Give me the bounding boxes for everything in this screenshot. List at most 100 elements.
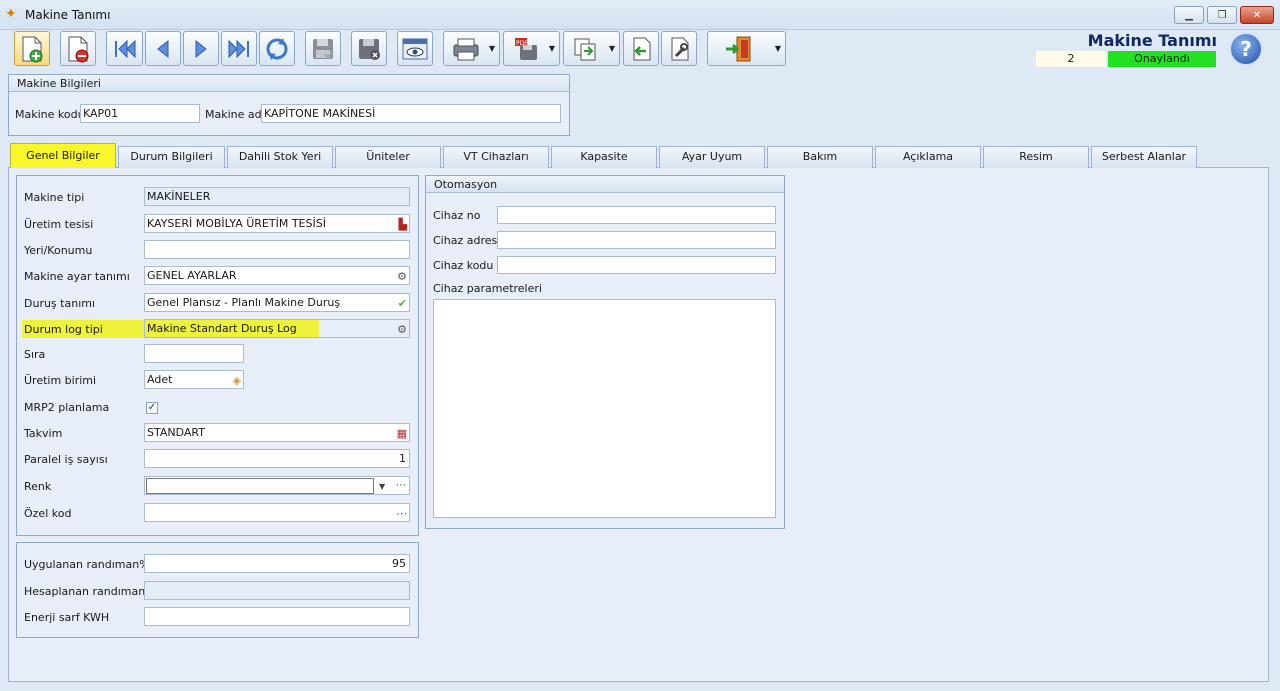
form-title: Makine Tanımı xyxy=(1087,31,1217,50)
close-icon: ✕ xyxy=(1252,9,1262,21)
minimize-icon: ▁ xyxy=(1185,9,1193,21)
cihaz-kodu-input[interactable] xyxy=(497,256,776,274)
print-icon xyxy=(453,38,478,60)
durus-tanimi-input[interactable]: Genel Plansız - Planlı Makine Duruş ✔ xyxy=(144,293,410,312)
ozel-kod-label: Özel kod xyxy=(24,507,72,520)
record-number: 2 xyxy=(1036,51,1106,67)
exit-button[interactable]: ▼ xyxy=(707,31,786,66)
pdf-export-icon: PDF xyxy=(514,37,537,60)
status-badge: Onaylandı xyxy=(1108,51,1216,67)
renk-label: Renk xyxy=(24,480,52,493)
last-record-icon xyxy=(228,39,249,58)
restore-icon: ❐ xyxy=(1217,9,1227,21)
yeri-konumu-label: Yeri/Konumu xyxy=(24,244,93,257)
durus-tanimi-value: Genel Plansız - Planlı Makine Duruş xyxy=(147,296,341,309)
cihaz-adresi-label: Cihaz adresi xyxy=(433,234,501,247)
window-title: Makine Tanımı xyxy=(25,8,111,22)
makine-tipi-label: Makine tipi xyxy=(24,191,85,204)
durum-log-tipi-label: Durum log tipi xyxy=(24,323,103,336)
hesaplanan-randiman-field xyxy=(144,581,410,600)
checkbox-check-icon: ✓ xyxy=(147,402,157,413)
uretim-tesisi-input[interactable]: KAYSERİ MOBİLYA ÜRETİM TESİSİ ▙ xyxy=(144,214,410,233)
maximize-button[interactable]: ❐ xyxy=(1207,6,1237,24)
uygulanan-randiman-input[interactable]: 95 xyxy=(144,554,410,573)
tab-uniteler[interactable]: Üniteler xyxy=(335,146,441,168)
uretim-birimi-value: Adet xyxy=(147,373,173,386)
sira-input[interactable] xyxy=(144,344,244,363)
preview-button[interactable] xyxy=(397,31,433,66)
ozel-kod-input[interactable]: ⋯ xyxy=(144,503,410,522)
tools-button[interactable] xyxy=(661,31,697,66)
delete-record-button[interactable] xyxy=(60,31,96,66)
calendar-icon[interactable]: ▦ xyxy=(397,425,407,441)
tab-vt-cihazlari[interactable]: VT Cihazları xyxy=(443,146,549,168)
exit-icon xyxy=(725,36,750,61)
yeri-konumu-input[interactable] xyxy=(144,240,410,259)
tab-kapasite[interactable]: Kapasite xyxy=(551,146,657,168)
takvim-input[interactable]: STANDART ▦ xyxy=(144,423,410,442)
tab-ayar-uyum[interactable]: Ayar Uyum xyxy=(659,146,765,168)
makine-ayar-input[interactable]: GENEL AYARLAR ⚙ xyxy=(144,266,410,285)
cihaz-kodu-label: Cihaz kodu xyxy=(433,259,494,272)
tab-bakim[interactable]: Bakım xyxy=(767,146,873,168)
cihaz-no-label: Cihaz no xyxy=(433,209,481,222)
copy-icon xyxy=(574,38,595,60)
takvim-value: STANDART xyxy=(147,426,205,439)
copy-button[interactable]: ▼ xyxy=(563,31,620,66)
uretim-birimi-input[interactable]: Adet ◈ xyxy=(144,370,244,389)
makine-adi-input[interactable]: KAPİTONE MAKİNESİ xyxy=(261,104,561,123)
renk-color-box[interactable] xyxy=(146,478,374,494)
makine-tipi-field: MAKİNELER xyxy=(144,187,410,206)
new-record-icon xyxy=(22,36,43,62)
save-button[interactable] xyxy=(305,31,341,66)
cihaz-parametreleri-textarea[interactable] xyxy=(433,299,776,518)
enerji-sarf-input[interactable] xyxy=(144,607,410,626)
paralel-is-input[interactable]: 1 xyxy=(144,449,410,468)
pdf-dropdown-icon: ▼ xyxy=(548,44,555,53)
help-button[interactable]: ? xyxy=(1229,32,1263,66)
cihaz-parametreleri-label: Cihaz parametreleri xyxy=(433,282,542,295)
save-icon xyxy=(313,38,334,59)
tab-aciklama[interactable]: Açıklama xyxy=(875,146,981,168)
renk-ellipsis-icon[interactable]: ⋯ xyxy=(396,480,406,491)
refresh-button[interactable] xyxy=(259,31,295,66)
cihaz-no-input[interactable] xyxy=(497,206,776,224)
next-record-button[interactable] xyxy=(183,31,219,66)
uretim-birimi-label: Üretim birimi xyxy=(24,374,97,387)
delete-record-icon xyxy=(68,36,89,62)
lookup-icon[interactable]: ⚙ xyxy=(397,268,407,284)
hesaplanan-randiman-label: Hesaplanan randıman% xyxy=(24,585,156,598)
ellipsis-icon[interactable]: ⋯ xyxy=(396,505,407,521)
checkmark-icon[interactable]: ✔ xyxy=(398,295,407,311)
save-cancel-button[interactable] xyxy=(351,31,387,66)
print-button[interactable]: ▼ xyxy=(443,31,500,66)
sira-label: Sıra xyxy=(24,348,46,361)
close-button[interactable]: ✕ xyxy=(1240,6,1274,24)
last-record-button[interactable] xyxy=(221,31,257,66)
mrp2-planlama-checkbox[interactable]: ✓ xyxy=(146,402,158,414)
exit-dropdown-icon: ▼ xyxy=(774,44,781,53)
new-record-button[interactable] xyxy=(14,31,50,66)
pdf-export-button[interactable]: PDF ▼ xyxy=(503,31,560,66)
durum-log-tipi-value: Makine Standart Duruş Log xyxy=(147,322,297,335)
tab-genel-bilgiler[interactable]: Genel Bilgiler xyxy=(10,143,116,168)
lookup-icon[interactable]: ⚙ xyxy=(397,321,407,337)
tag-icon[interactable]: ◈ xyxy=(233,372,241,388)
first-record-button[interactable] xyxy=(106,31,143,66)
tab-durum-bilgileri[interactable]: Durum Bilgileri xyxy=(118,146,225,168)
import-button[interactable] xyxy=(623,31,659,66)
makine-kodu-input[interactable]: KAP01 xyxy=(80,104,200,123)
durum-log-tipi-input[interactable]: Makine Standart Duruş Log ⚙ xyxy=(144,319,410,338)
tab-dahili-stok-yeri[interactable]: Dahili Stok Yeri xyxy=(227,146,333,168)
butterfly-app-icon: ✦ xyxy=(5,6,17,22)
uygulanan-randiman-label: Uygulanan randıman% xyxy=(24,558,150,571)
cihaz-adresi-input[interactable] xyxy=(497,231,776,249)
minimize-button[interactable]: ▁ xyxy=(1174,6,1204,24)
tab-resim[interactable]: Resim xyxy=(983,146,1089,168)
previous-record-button[interactable] xyxy=(145,31,181,66)
durus-tanimi-label: Duruş tanımı xyxy=(24,297,96,310)
import-icon xyxy=(633,37,651,60)
renk-dropdown-icon[interactable]: ▼ xyxy=(379,482,385,491)
factory-icon[interactable]: ▙ xyxy=(399,216,407,232)
tab-serbest-alanlar[interactable]: Serbest Alanlar xyxy=(1091,146,1197,168)
